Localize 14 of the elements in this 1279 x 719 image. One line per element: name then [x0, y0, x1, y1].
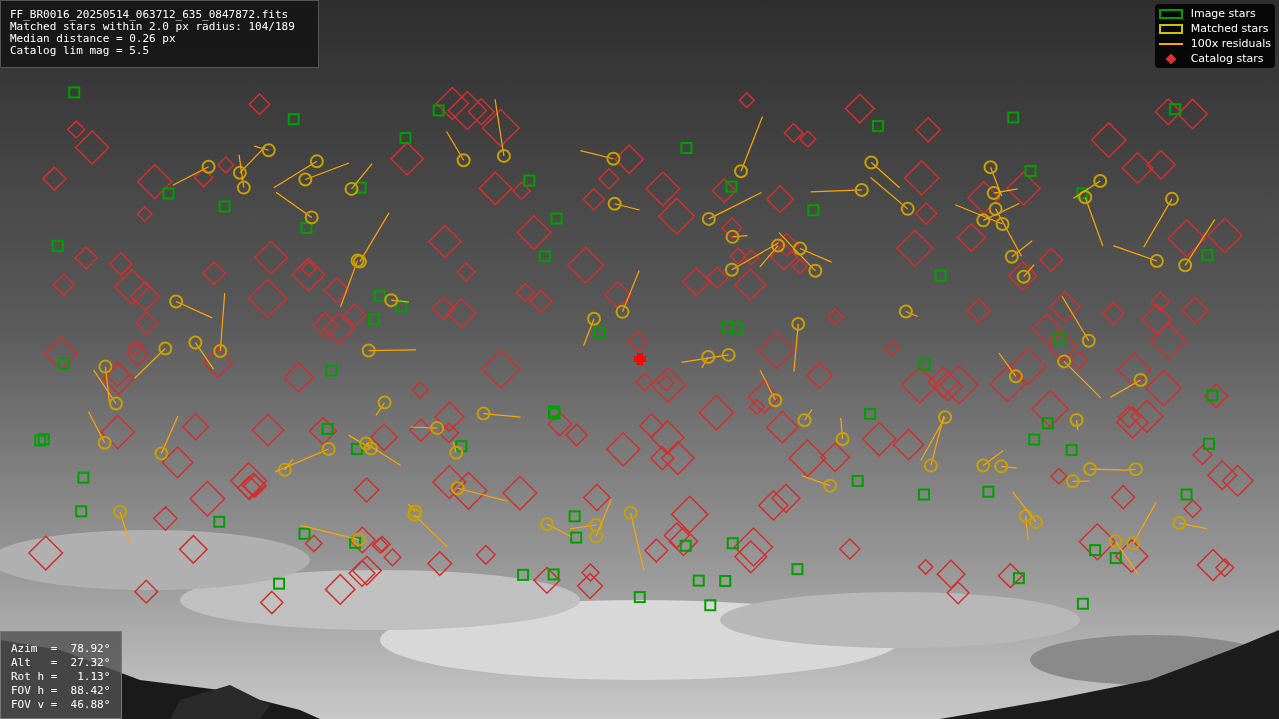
legend-label: Catalog stars [1190, 52, 1264, 65]
legend-label: Matched stars [1190, 22, 1269, 35]
crosshair-icon [634, 353, 646, 365]
info-line: Catalog lim mag = 5.5 [10, 45, 151, 57]
info-line: Matched stars within 2.0 px radius: 104/189 [10, 21, 296, 33]
pointing-line: FOV h = 88.42° [11, 684, 111, 698]
legend-label: Image stars [1190, 7, 1256, 20]
info-line: Median distance = 0.26 px [10, 33, 177, 45]
pointing-line: Azim = 78.92° [11, 642, 111, 656]
pointing-line: Rot h = 1.13° [11, 670, 111, 684]
pointing-line: Alt = 27.32° [11, 656, 111, 670]
legend-label: 100x residuals [1190, 37, 1271, 50]
info-line: FF_BR0016_20250514_063712_635_0847872.fits [10, 9, 290, 21]
pointing-line: FOV v = 46.88° [11, 698, 111, 712]
